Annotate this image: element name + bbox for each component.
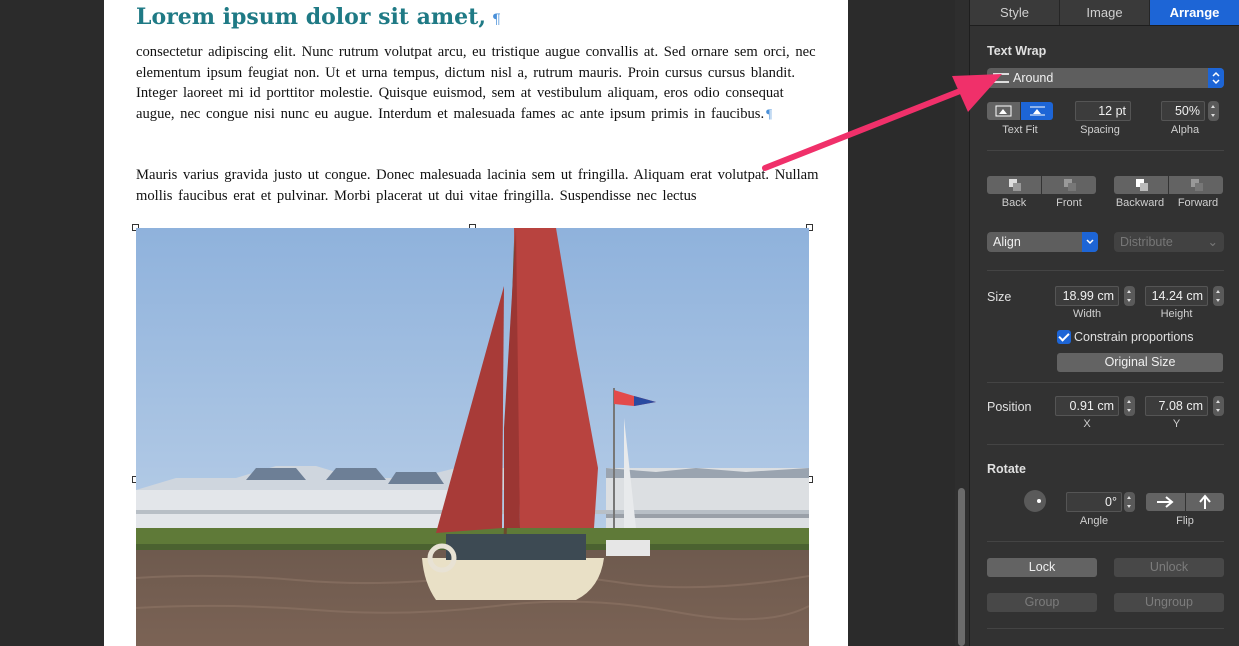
flip-vertical-button[interactable] <box>1186 493 1224 511</box>
align-popup[interactable]: Align <box>987 232 1098 252</box>
inspector-panel: Style Image Arrange Text Wrap Around Tex… <box>969 0 1239 646</box>
alpha-field[interactable]: 50% <box>1161 101 1205 121</box>
position-y-label: Y <box>1172 418 1181 430</box>
text-wrap-popup[interactable]: Around <box>987 68 1224 88</box>
ungroup-button[interactable]: Ungroup <box>1114 593 1224 612</box>
constrain-proportions-checkbox[interactable] <box>1057 330 1071 344</box>
knob-indicator-icon <box>1037 499 1041 503</box>
position-x-field[interactable]: 0.91 cm <box>1055 396 1119 416</box>
body-paragraph-2[interactable]: Mauris varius gravida justo ut congue. D… <box>136 165 826 206</box>
width-stepper[interactable] <box>1124 286 1135 306</box>
text-fit-bounding-icon <box>995 105 1012 117</box>
tab-image[interactable]: Image <box>1060 0 1150 25</box>
rotate-label: Rotate <box>987 462 1026 476</box>
chevron-down-icon <box>1082 232 1098 252</box>
flip-label: Flip <box>1176 515 1194 527</box>
width-label: Width <box>1072 308 1102 320</box>
align-label: Align <box>993 235 1021 249</box>
sailboat-image[interactable] <box>136 228 809 646</box>
forward-label: Forward <box>1177 197 1219 209</box>
group-button[interactable]: Group <box>987 593 1097 612</box>
section-divider <box>987 150 1224 151</box>
text-fit-bounding-button[interactable] <box>987 102 1021 120</box>
back-front-segmented <box>987 176 1096 194</box>
send-to-back-button[interactable] <box>987 176 1042 194</box>
inspector-tabs: Style Image Arrange <box>970 0 1239 26</box>
send-to-back-icon <box>1009 179 1021 191</box>
back-label: Back <box>1001 197 1027 209</box>
document-heading[interactable]: Lorem ipsum dolor sit amet, ¶ <box>136 4 501 30</box>
backward-forward-segmented <box>1114 176 1223 194</box>
position-x-label: X <box>1083 418 1091 430</box>
text-fit-shape-button[interactable] <box>1021 102 1053 120</box>
sailboat-photo-illustration <box>136 228 809 646</box>
backward-label: Backward <box>1115 197 1165 209</box>
tab-arrange[interactable]: Arrange <box>1150 0 1239 25</box>
height-label: Height <box>1160 308 1193 320</box>
send-backward-icon <box>1136 179 1148 191</box>
position-y-field[interactable]: 7.08 cm <box>1145 396 1208 416</box>
lock-button[interactable]: Lock <box>987 558 1097 577</box>
document-page[interactable]: Lorem ipsum dolor sit amet, ¶ consectetur… <box>104 0 848 646</box>
bring-to-front-icon <box>1064 179 1076 191</box>
section-divider <box>987 382 1224 383</box>
tab-style[interactable]: Style <box>970 0 1060 25</box>
paragraph-2-text[interactable]: Mauris varius gravida justo ut congue. D… <box>136 167 819 204</box>
arrow-right-icon <box>1157 496 1174 508</box>
spacing-field[interactable]: 12 pt <box>1075 101 1131 121</box>
pilcrow-mark: ¶ <box>491 12 501 28</box>
height-field[interactable]: 14.24 cm <box>1145 286 1208 306</box>
size-label: Size <box>987 290 1012 304</box>
section-divider <box>987 444 1224 445</box>
chevron-down-icon: ⌄ <box>1207 235 1218 249</box>
alpha-label: Alpha <box>1170 124 1200 136</box>
spacing-label: Spacing <box>1080 124 1120 136</box>
heading-text[interactable]: Lorem ipsum dolor sit amet, <box>136 4 486 30</box>
text-fit-segmented <box>987 102 1053 120</box>
popup-chevron-icon <box>1208 68 1224 88</box>
position-y-stepper[interactable] <box>1213 396 1224 416</box>
original-size-button[interactable]: Original Size <box>1057 353 1223 372</box>
text-fit-shape-icon <box>1030 106 1045 116</box>
flip-horizontal-button[interactable] <box>1146 493 1186 511</box>
canvas-scroll-thumb[interactable] <box>958 488 965 646</box>
height-stepper[interactable] <box>1213 286 1224 306</box>
section-divider <box>987 270 1224 271</box>
distribute-label: Distribute <box>1120 235 1173 249</box>
text-wrap-value: Around <box>1013 71 1054 85</box>
bring-forward-icon <box>1191 179 1203 191</box>
distribute-popup[interactable]: Distribute ⌄ <box>1114 232 1224 252</box>
position-label: Position <box>987 400 1032 414</box>
position-x-stepper[interactable] <box>1124 396 1135 416</box>
angle-stepper[interactable] <box>1124 492 1135 512</box>
alpha-stepper[interactable] <box>1208 101 1219 121</box>
arrow-up-icon <box>1199 494 1211 509</box>
document-canvas[interactable]: Lorem ipsum dolor sit amet, ¶ consectetur… <box>0 0 955 646</box>
section-divider <box>987 541 1224 542</box>
section-divider <box>987 628 1224 629</box>
unlock-button[interactable]: Unlock <box>1114 558 1224 577</box>
angle-label: Angle <box>1079 515 1109 527</box>
paragraph-1-text[interactable]: consectetur adipiscing elit. Nunc rutrum… <box>136 44 816 122</box>
bring-forward-button[interactable] <box>1169 176 1223 194</box>
send-backward-button[interactable] <box>1114 176 1169 194</box>
text-wrap-label: Text Wrap <box>987 44 1047 58</box>
pilcrow-mark: ¶ <box>766 105 773 121</box>
front-label: Front <box>1056 197 1082 209</box>
wrap-around-icon <box>993 72 1009 83</box>
angle-field[interactable]: 0° <box>1066 492 1122 512</box>
bring-to-front-button[interactable] <box>1042 176 1096 194</box>
text-fit-label: Text Fit <box>1002 124 1038 136</box>
constrain-proportions-label[interactable]: Constrain proportions <box>1074 330 1194 344</box>
body-paragraph-1[interactable]: consectetur adipiscing elit. Nunc rutrum… <box>136 42 826 124</box>
flip-segmented <box>1146 493 1224 511</box>
rotation-knob[interactable] <box>1024 490 1046 512</box>
width-field[interactable]: 18.99 cm <box>1055 286 1119 306</box>
